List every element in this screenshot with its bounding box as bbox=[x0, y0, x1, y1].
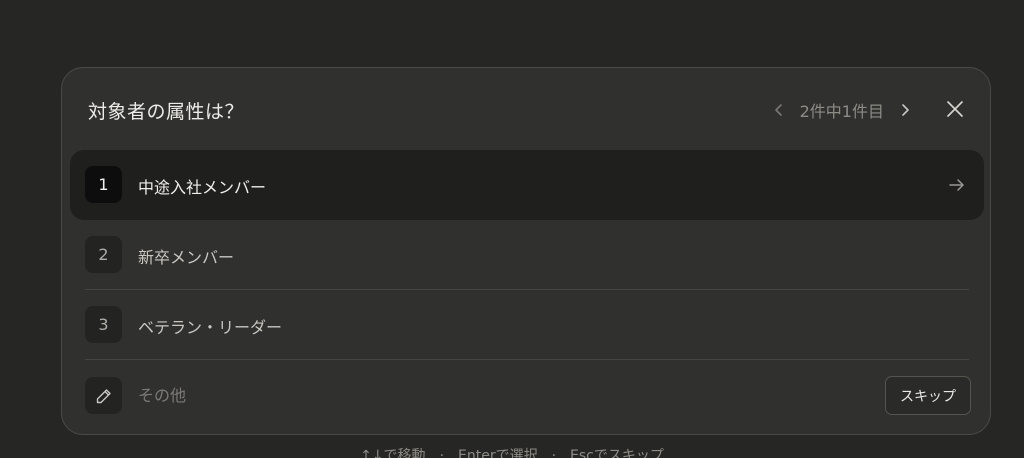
other-option-row: スキップ bbox=[70, 360, 984, 430]
option-item-3[interactable]: 3 ベテラン・リーダー bbox=[70, 290, 984, 360]
chevron-left-icon[interactable] bbox=[770, 100, 788, 120]
hint-separator: · bbox=[551, 448, 557, 458]
option-number: 3 bbox=[85, 306, 122, 343]
question-pager: 2件中1件目 bbox=[770, 98, 914, 122]
skip-button[interactable]: スキップ bbox=[885, 376, 971, 415]
keyboard-hints: ↑↓で移動 · Enterで選択 · Escでスキップ bbox=[0, 445, 1024, 458]
option-item-2[interactable]: 2 新卒メンバー bbox=[70, 220, 984, 290]
arrow-right-icon bbox=[947, 175, 967, 195]
chevron-right-icon[interactable] bbox=[896, 100, 914, 120]
page-backdrop: 対象者の属性は？ 2件中1件目 1 中途入社メンバー 2 新卒メンバー 3 ベテ… bbox=[0, 0, 1024, 458]
pencil-icon bbox=[85, 377, 122, 414]
question-dialog: 対象者の属性は？ 2件中1件目 1 中途入社メンバー 2 新卒メンバー 3 ベテ… bbox=[61, 67, 991, 435]
other-answer-input[interactable] bbox=[138, 380, 738, 410]
pager-text: 2件中1件目 bbox=[799, 102, 884, 121]
dialog-header: 対象者の属性は？ 2件中1件目 bbox=[62, 68, 990, 150]
option-label: 新卒メンバー bbox=[138, 248, 235, 267]
option-label: ベテラン・リーダー bbox=[138, 318, 283, 337]
hint-skip: Escでスキップ bbox=[570, 448, 664, 458]
option-item-1[interactable]: 1 中途入社メンバー bbox=[70, 150, 984, 220]
hint-move: ↑↓で移動 bbox=[360, 448, 426, 458]
option-number: 2 bbox=[85, 236, 122, 273]
question-title: 対象者の属性は？ bbox=[88, 101, 245, 123]
option-label: 中途入社メンバー bbox=[138, 178, 267, 197]
option-number: 1 bbox=[85, 166, 122, 203]
hint-separator: · bbox=[439, 448, 445, 458]
options-list: 1 中途入社メンバー 2 新卒メンバー 3 ベテラン・リーダー スキップ bbox=[70, 150, 984, 430]
close-icon[interactable] bbox=[944, 98, 966, 120]
hint-select: Enterで選択 bbox=[458, 448, 538, 458]
